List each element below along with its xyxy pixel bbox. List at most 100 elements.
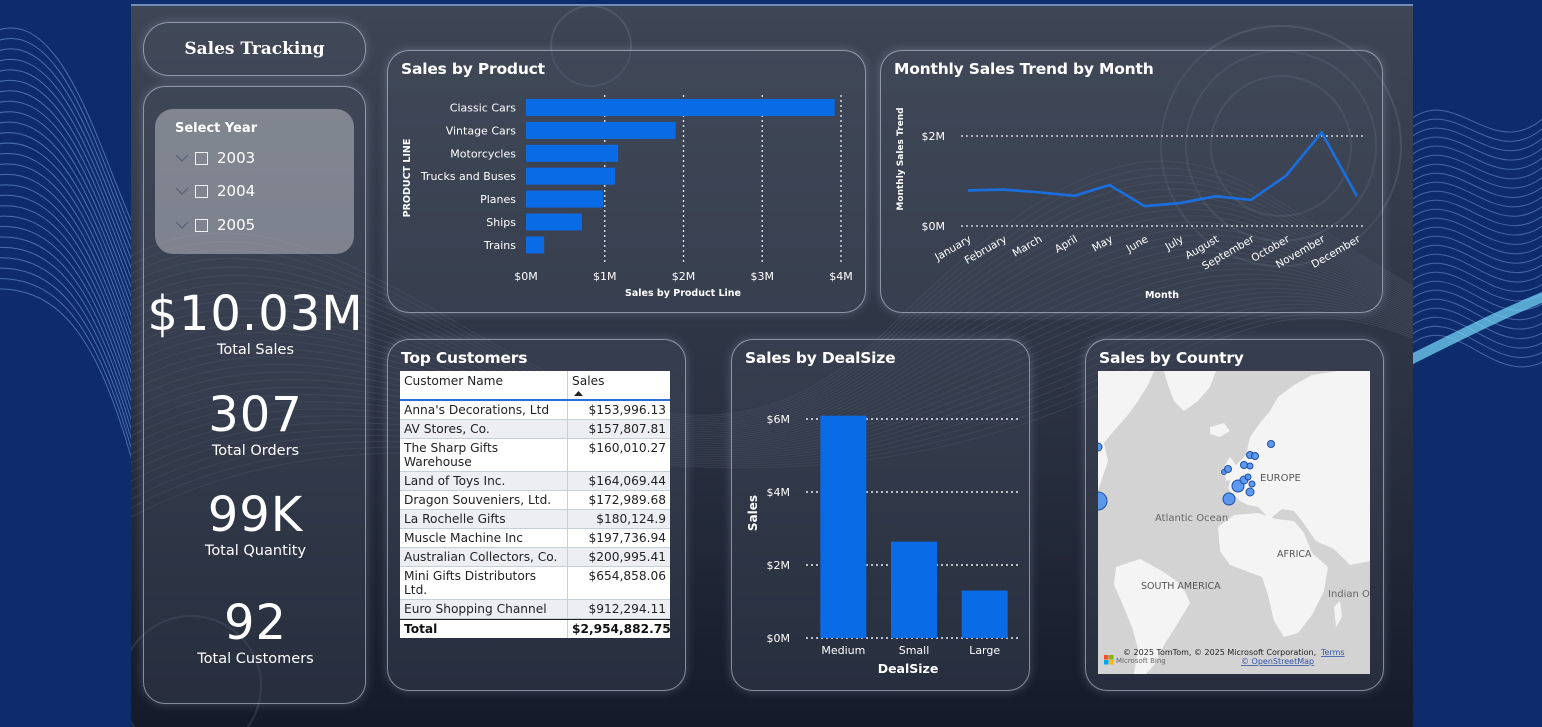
- map-bubble[interactable]: [1246, 462, 1254, 470]
- map-attribution: © 2025 TomTom, © 2025 Microsoft Corporat…: [1123, 648, 1316, 657]
- customer-sales-cell: $164,069.44: [588, 474, 666, 488]
- chevron-down-icon[interactable]: [175, 151, 189, 165]
- category-label: Medium: [821, 644, 865, 657]
- deal-size-chart[interactable]: $0M$2M$4M$6MMedium Small LargeDealSizeSale…: [732, 340, 1031, 692]
- country-map[interactable]: EUROPE Atlantic Ocean AFRICA SOUTH AMERI…: [1098, 371, 1370, 674]
- bar[interactable]: [891, 541, 937, 638]
- table-row[interactable]: Euro Shopping Channel $912,294.11: [400, 600, 670, 619]
- table-row[interactable]: La Rochelle Gifts $180,124.9: [400, 510, 670, 529]
- map-label-south-america: SOUTH AMERICA: [1141, 581, 1221, 592]
- slicer-item-label: 2003: [217, 149, 256, 167]
- chevron-down-icon[interactable]: [175, 218, 189, 232]
- customer-rows: Anna's Decorations, Ltd $153,996.13 AV Sto…: [400, 401, 670, 619]
- y-axis-title: PRODUCT LINE: [402, 139, 413, 218]
- bar[interactable]: [526, 190, 604, 208]
- map-bubble[interactable]: [1251, 452, 1259, 460]
- map-canvas[interactable]: EUROPE Atlantic Ocean AFRICA SOUTH AMERI…: [1098, 371, 1370, 674]
- bar[interactable]: [526, 144, 619, 162]
- bar[interactable]: [820, 415, 867, 638]
- customer-sales-cell: $197,736.94: [588, 531, 666, 545]
- bg-wave-band: [1407, 291, 1542, 365]
- customers-table[interactable]: Customer Name Sales Anna's Decorations, …: [400, 371, 671, 638]
- sales-by-product-card[interactable]: Sales by Product $0M $1M $2M $3M $4M Classic …: [387, 50, 866, 313]
- bar[interactable]: [961, 590, 1008, 638]
- deal-size-card[interactable]: Sales by DealSize $0M $2M $4M $6M Medium Smal…: [731, 339, 1030, 691]
- sales-by-product-chart[interactable]: $0M $1M $2M $3M $4M Classic Cars Vintage Cars M…: [388, 51, 867, 314]
- customer-name-cell: The Sharp Gifts Warehouse: [400, 439, 568, 471]
- bar[interactable]: [526, 213, 582, 231]
- map-osm-link[interactable]: © OpenStreetMap: [1241, 657, 1314, 666]
- slicer-item-2004[interactable]: 2004: [175, 181, 255, 201]
- table-row[interactable]: Australian Collectors, Co. $200,995.41: [400, 548, 670, 567]
- column-header-sales[interactable]: Sales: [568, 371, 670, 399]
- customer-name-cell: Anna's Decorations, Ltd: [400, 401, 568, 419]
- checkbox-2004[interactable]: [195, 184, 208, 198]
- table-row[interactable]: Land of Toys Inc. $164,069.44: [400, 472, 670, 491]
- column-header-customer[interactable]: Customer Name: [400, 371, 568, 399]
- slicer-item-label: 2005: [217, 216, 256, 234]
- bar[interactable]: [526, 236, 545, 254]
- top-customers-card[interactable]: Top Customers Customer Name Sales Anna's…: [387, 339, 686, 691]
- category-label: Vintage Cars: [446, 124, 517, 137]
- table-row[interactable]: Anna's Decorations, Ltd $153,996.13: [400, 401, 670, 420]
- trend-line[interactable]: [967, 131, 1359, 208]
- customer-name-cell: Dragon Souveniers, Ltd.: [400, 491, 568, 509]
- x-tick-label: May: [1090, 233, 1115, 254]
- bg-wave-line: [1409, 181, 1542, 208]
- bar[interactable]: [526, 121, 676, 139]
- category-label: Motorcycles: [450, 147, 516, 160]
- customer-sales-cell: $157,807.81: [588, 422, 666, 436]
- map-bubble[interactable]: [1098, 442, 1103, 452]
- checkbox-2003[interactable]: [195, 151, 208, 165]
- table-row[interactable]: Muscle Machine Inc $197,736.94: [400, 529, 670, 548]
- kpi-value: 99K: [207, 487, 304, 543]
- map-bubble[interactable]: [1248, 480, 1256, 488]
- y-axis-title: Monthly Sales Trend: [896, 107, 906, 210]
- map-bubble[interactable]: [1267, 440, 1275, 448]
- customer-sales-cell: $160,010.27: [588, 441, 666, 455]
- map-bubble[interactable]: [1240, 461, 1248, 469]
- x-tick-label: $4M: [829, 270, 853, 283]
- map-label-africa: AFRICA: [1277, 549, 1312, 560]
- table-row[interactable]: AV Stores, Co. $157,807.81: [400, 420, 670, 439]
- map-bubble[interactable]: [1224, 465, 1232, 473]
- map-bubble[interactable]: [1245, 487, 1255, 497]
- customer-name-cell: Mini Gifts Distributors Ltd.: [400, 567, 568, 599]
- bar[interactable]: [526, 99, 835, 116]
- customer-sales-cell: $153,996.13: [588, 403, 666, 417]
- sort-ascending-icon: [574, 391, 583, 396]
- map-bubble[interactable]: [1222, 492, 1236, 506]
- customer-name-cell: AV Stores, Co.: [400, 420, 568, 438]
- x-axis-title: DealSize: [878, 661, 939, 676]
- monthly-trend-card[interactable]: Monthly Sales Trend by Month $0M $2M Janua…: [880, 50, 1383, 313]
- table-total-row: Total $2,954,882.75: [400, 619, 671, 638]
- customer-name-cell: Land of Toys Inc.: [400, 472, 568, 490]
- kpi-panel: Select Year 2003 2004 2005 $10.03M Total…: [143, 86, 366, 704]
- chevron-down-icon[interactable]: [175, 184, 189, 198]
- bg-wave-line: [0, 153, 141, 361]
- bg-wave-line: [0, 58, 141, 271]
- kpi-value: 92: [223, 595, 288, 651]
- table-row[interactable]: Mini Gifts Distributors Ltd. $654,858.06: [400, 567, 670, 600]
- category-label: Ships: [486, 216, 516, 229]
- slicer-item-2003[interactable]: 2003: [175, 148, 255, 168]
- map-terms-link[interactable]: Terms: [1320, 648, 1345, 657]
- map-label-europe: EUROPE: [1260, 473, 1301, 484]
- bar[interactable]: [526, 167, 615, 185]
- sales-by-country-card[interactable]: Sales by Country EUROPE Atlantic Ocean A…: [1085, 339, 1384, 691]
- checkbox-2005[interactable]: [195, 218, 208, 232]
- customer-sales-cell: $200,995.41: [588, 550, 666, 564]
- customer-name-cell: Australian Collectors, Co.: [400, 548, 568, 566]
- card-title: Sales by Country: [1099, 349, 1244, 367]
- x-axis-title: Month: [1145, 290, 1179, 301]
- customer-name-cell: Euro Shopping Channel: [400, 600, 568, 618]
- bg-wave-line: [1409, 109, 1542, 133]
- map-bubble[interactable]: [1244, 473, 1252, 481]
- table-row[interactable]: Dragon Souveniers, Ltd. $172,989.68: [400, 491, 670, 510]
- x-tick-label: $1M: [593, 270, 617, 283]
- bg-wave-line: [0, 69, 141, 281]
- y-tick-label: $0M: [767, 632, 791, 645]
- monthly-trend-chart[interactable]: $0M$2MJanuaryFebruary March April May June Ju…: [881, 51, 1384, 314]
- table-row[interactable]: The Sharp Gifts Warehouse $160,010.27: [400, 439, 670, 472]
- slicer-item-2005[interactable]: 2005: [175, 215, 255, 235]
